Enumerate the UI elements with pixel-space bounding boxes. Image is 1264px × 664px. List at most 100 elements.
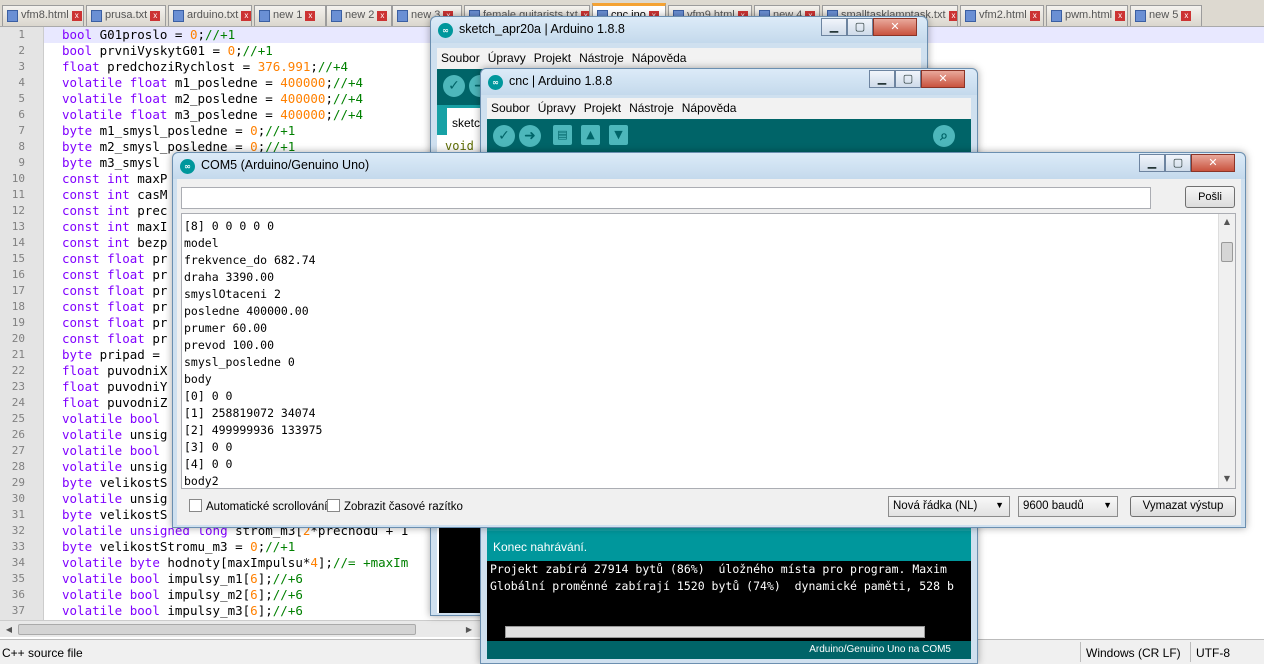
file-icon: [1051, 10, 1062, 22]
close-button[interactable]: ✕: [921, 70, 965, 88]
verify-icon[interactable]: ✓: [443, 75, 465, 97]
window-title: sketch_apr20a | Arduino 1.8.8: [459, 22, 625, 36]
maximize-button[interactable]: ▢: [847, 18, 873, 36]
line-number: 34: [11, 556, 25, 569]
output-line: [3] 0 0: [184, 440, 233, 454]
line-number: 27: [11, 444, 25, 457]
editor-horizontal-scrollbar[interactable]: ◀ ▶: [0, 620, 480, 637]
checkbox-box[interactable]: [189, 499, 202, 512]
line-number: 2: [18, 44, 25, 57]
tab-prusa[interactable]: prusa.txt x: [86, 5, 166, 26]
save-file-icon[interactable]: ▼: [609, 125, 628, 145]
line-number: 6: [18, 108, 25, 121]
sketch-code-peek: void: [445, 139, 474, 153]
scroll-right-icon[interactable]: ▶: [462, 623, 476, 636]
serial-titlebar[interactable]: ∞ COM5 (Arduino/Genuino Uno) ▁ ▢ ✕: [173, 153, 1245, 179]
file-icon: [91, 10, 102, 22]
line-number: 10: [11, 172, 25, 185]
close-icon[interactable]: x: [1115, 11, 1126, 21]
tab-arduino-txt[interactable]: arduino.txt x: [168, 5, 252, 26]
sketch-console: [439, 515, 485, 613]
sketch-titlebar[interactable]: ∞ sketch_apr20a | Arduino 1.8.8 ▁ ▢ ✕: [431, 17, 927, 43]
line-ending-select[interactable]: Nová řádka (NL) ▼: [888, 496, 1010, 517]
status-divider: [1080, 642, 1081, 662]
line-number: 33: [11, 540, 25, 553]
line-number: 3: [18, 60, 25, 73]
checkbox-box[interactable]: [327, 499, 340, 512]
output-line: smysl_posledne 0: [184, 355, 295, 369]
line-number: 8: [18, 140, 25, 153]
tab-new-2[interactable]: new 2x: [326, 5, 392, 26]
console-status-message: Konec nahrávání.: [487, 531, 971, 561]
serial-send-input[interactable]: [181, 187, 1151, 209]
close-icon[interactable]: x: [1181, 11, 1192, 21]
line-number: 19: [11, 316, 25, 329]
close-icon[interactable]: x: [150, 11, 161, 21]
line-number: 23: [11, 380, 25, 393]
close-icon[interactable]: x: [377, 11, 388, 21]
menu-upravy[interactable]: Úpravy: [534, 98, 580, 115]
tab-vfm2[interactable]: vfm2.html x: [960, 5, 1044, 26]
close-icon[interactable]: x: [305, 11, 316, 21]
minimize-button[interactable]: ▁: [1139, 154, 1165, 172]
close-button[interactable]: ✕: [873, 18, 917, 36]
new-file-icon[interactable]: ▤: [553, 125, 572, 145]
line-number: 14: [11, 236, 25, 249]
tab-new-5[interactable]: new 5x: [1130, 5, 1202, 26]
close-icon[interactable]: x: [948, 11, 957, 21]
menu-soubor[interactable]: Soubor: [487, 98, 534, 115]
menu-upravy[interactable]: Úpravy: [484, 48, 530, 65]
menu-napoveda[interactable]: Nápověda: [678, 98, 741, 115]
console-line: Projekt zabírá 27914 bytů (86%) úložného…: [490, 562, 947, 576]
autoscroll-checkbox[interactable]: Automatické scrollování: [189, 499, 327, 513]
console-scroll-thumb[interactable]: [505, 626, 925, 638]
maximize-button[interactable]: ▢: [1165, 154, 1191, 172]
scroll-left-icon[interactable]: ◀: [2, 623, 16, 636]
maximize-button[interactable]: ▢: [895, 70, 921, 88]
serial-monitor-window[interactable]: ∞ COM5 (Arduino/Genuino Uno) ▁ ▢ ✕ Pošli…: [172, 152, 1246, 528]
serial-monitor-icon[interactable]: ⌕: [933, 125, 955, 147]
tab-new-1[interactable]: new 1x: [254, 5, 326, 26]
board-info: Arduino/Genuino Uno na COM5: [487, 641, 971, 659]
output-vertical-scrollbar[interactable]: ▲ ▼: [1218, 214, 1235, 488]
open-file-icon[interactable]: ▲: [581, 125, 600, 145]
line-number: 24: [11, 396, 25, 409]
menu-projekt[interactable]: Projekt: [530, 48, 575, 65]
line-number: 5: [18, 92, 25, 105]
send-button[interactable]: Pošli: [1185, 186, 1235, 208]
window-title: COM5 (Arduino/Genuino Uno): [201, 158, 370, 172]
close-icon[interactable]: x: [241, 11, 251, 21]
line-number: 1: [18, 28, 25, 41]
upload-icon[interactable]: ➜: [519, 125, 541, 147]
file-icon: [1135, 10, 1146, 22]
scroll-down-icon[interactable]: ▼: [1221, 474, 1233, 483]
close-icon[interactable]: x: [71, 11, 82, 21]
line-number-gutter: 1 2 3 4 5 6 7 8 9 10 11 12 13 14 15 16 17 18 19 20 21 22 23 24 2…: [0, 27, 44, 620]
minimize-button[interactable]: ▁: [821, 18, 847, 36]
baud-rate-select[interactable]: 9600 baudů ▼: [1018, 496, 1118, 517]
clear-output-button[interactable]: Vymazat výstup: [1130, 496, 1236, 517]
menu-nastroje[interactable]: Nástroje: [575, 48, 628, 65]
menu-nastroje[interactable]: Nástroje: [625, 98, 678, 115]
file-icon: [965, 10, 976, 22]
output-line: body2: [184, 474, 219, 488]
menu-napoveda[interactable]: Nápověda: [628, 48, 691, 65]
tab-pwm[interactable]: pwm.html x: [1046, 5, 1128, 26]
line-number: 31: [11, 508, 25, 521]
line-number: 7: [18, 124, 25, 137]
verify-icon[interactable]: ✓: [493, 125, 515, 147]
scroll-up-icon[interactable]: ▲: [1221, 217, 1233, 226]
close-icon[interactable]: x: [1029, 11, 1040, 21]
scroll-thumb[interactable]: [18, 624, 416, 635]
menu-soubor[interactable]: Soubor: [437, 48, 484, 65]
line-number: 17: [11, 284, 25, 297]
close-button[interactable]: ✕: [1191, 154, 1235, 172]
cnc-titlebar[interactable]: ∞ cnc | Arduino 1.8.8 ▁ ▢ ✕: [481, 69, 977, 95]
menu-projekt[interactable]: Projekt: [580, 98, 625, 115]
minimize-button[interactable]: ▁: [869, 70, 895, 88]
file-icon: [7, 10, 18, 22]
timestamp-checkbox[interactable]: Zobrazit časové razítko: [327, 499, 463, 513]
scroll-thumb[interactable]: [1221, 242, 1233, 262]
serial-output[interactable]: [8] 0 0 0 0 0 model frekvence_do 682.74 dra…: [181, 213, 1236, 489]
tab-vfm8[interactable]: vfm8.html x: [2, 5, 84, 26]
